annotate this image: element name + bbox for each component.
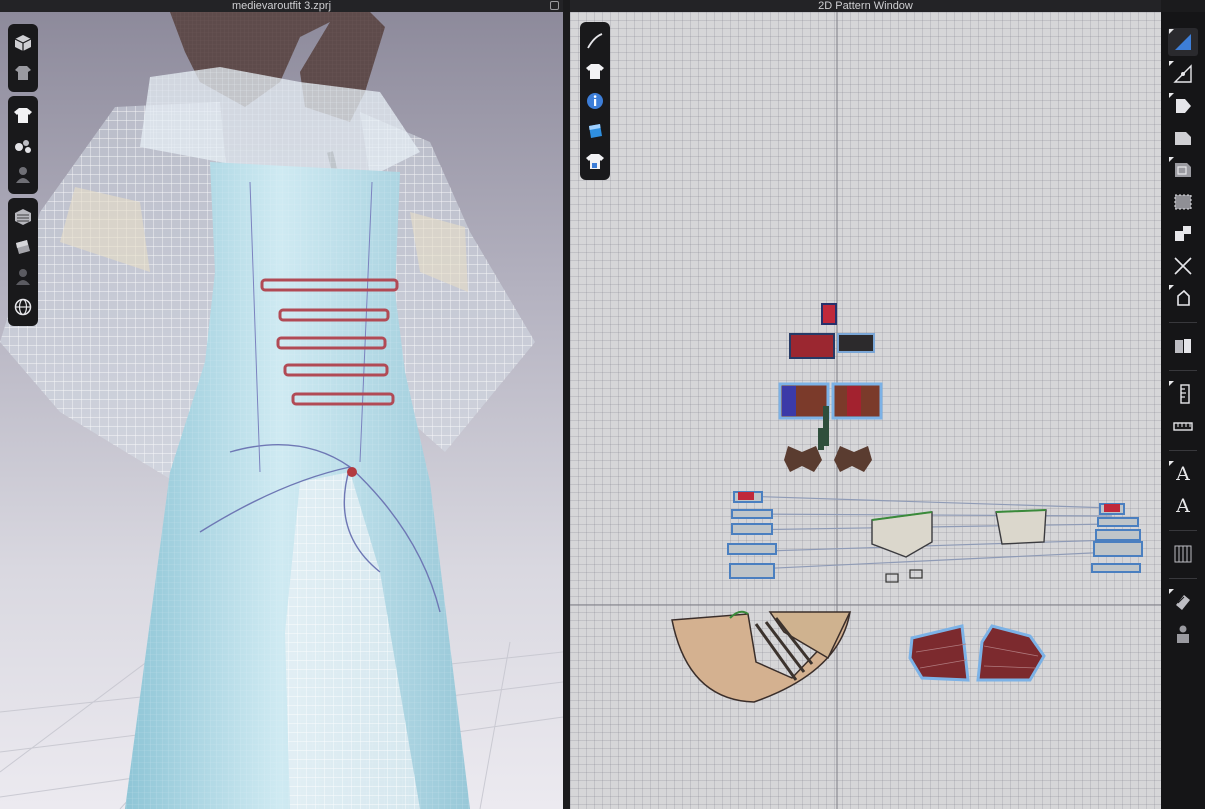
strap-pieces: [727, 491, 1143, 579]
free-sewing-icon[interactable]: [1168, 252, 1198, 280]
globe-icon[interactable]: [8, 292, 38, 322]
avatar-cube-icon[interactable]: [8, 28, 38, 58]
garment-display-icon[interactable]: [8, 58, 38, 88]
transform-pattern-icon[interactable]: [1168, 92, 1198, 120]
bodice-pieces: [778, 303, 883, 450]
toolbar-separator: [1169, 578, 1197, 579]
window-divider[interactable]: [563, 0, 570, 809]
window-sync-icon[interactable]: [550, 1, 559, 10]
measure-icon[interactable]: [1168, 412, 1198, 440]
tack-icon[interactable]: [1168, 284, 1198, 312]
app-window: medievaroutfit 3.zprj 2D Pattern Window: [0, 0, 1205, 809]
annotation-text-icon[interactable]: A: [1168, 460, 1198, 488]
2d-view-palette: [580, 22, 610, 180]
pattern-tools-toolbar: A A: [1161, 12, 1205, 809]
sleeve-pieces: [908, 624, 1046, 682]
cuff-pieces: [784, 446, 872, 472]
edit-point-line-icon[interactable]: [1168, 60, 1198, 88]
3d-window-titlebar: medievaroutfit 3.zprj: [0, 0, 563, 12]
text-icon[interactable]: A: [1168, 492, 1198, 520]
toolbar-separator: [1169, 530, 1197, 531]
3d-window-title: medievaroutfit 3.zprj: [231, 0, 332, 12]
avatar-dark-icon[interactable]: [8, 262, 38, 292]
fabric-points-icon[interactable]: [8, 130, 38, 160]
ruler-icon[interactable]: [1168, 380, 1198, 408]
texture-cube-icon[interactable]: [8, 202, 38, 232]
pattern-canvas: [570, 12, 1161, 809]
toolbar-separator: [1169, 322, 1197, 323]
shaded-surface-icon[interactable]: [8, 232, 38, 262]
3d-render-palette: [8, 198, 38, 326]
shirt-icon[interactable]: [8, 100, 38, 130]
skirt-panel-light: [871, 509, 1047, 583]
trace-icon[interactable]: [1168, 188, 1198, 216]
segment-sewing-icon[interactable]: [1168, 220, 1198, 248]
select-pattern-icon[interactable]: [1168, 28, 1198, 56]
puckering-icon[interactable]: [1168, 588, 1198, 616]
avatar-fit-icon[interactable]: [1168, 620, 1198, 648]
fabric-swatch-icon[interactable]: [580, 116, 610, 146]
needle-icon[interactable]: [580, 26, 610, 56]
toolbar-separator: [1169, 450, 1197, 451]
shirt-icon[interactable]: [580, 56, 610, 86]
3d-scene: [0, 12, 563, 809]
2d-pattern-viewport[interactable]: [570, 12, 1161, 809]
info-icon[interactable]: [580, 86, 610, 116]
grading-icon[interactable]: [1168, 540, 1198, 568]
polygon-icon[interactable]: [1168, 124, 1198, 152]
brooch: [347, 467, 357, 477]
3d-avatar-palette: [8, 24, 38, 92]
3d-garment-palette: [8, 96, 38, 194]
avatar-silhouette-icon[interactable]: [8, 160, 38, 190]
2d-window-titlebar: 2D Pattern Window: [570, 0, 1161, 12]
fold-arrangement-icon[interactable]: [1168, 332, 1198, 360]
shirt-lock-icon[interactable]: [580, 146, 610, 176]
skirt-fan: [671, 610, 852, 703]
internal-polygon-icon[interactable]: [1168, 156, 1198, 184]
2d-window-title: 2D Pattern Window: [818, 0, 913, 12]
3d-garment-viewport[interactable]: [0, 12, 563, 809]
toolbar-separator: [1169, 370, 1197, 371]
